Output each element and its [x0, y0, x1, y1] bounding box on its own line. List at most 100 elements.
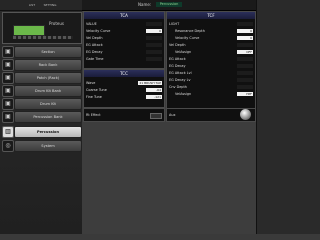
- tcf-row-label: Resonance Depth: [175, 29, 205, 33]
- section-icon: ▣: [2, 46, 14, 58]
- nav-button-system[interactable]: System: [14, 140, 82, 152]
- aux-panel: Aux: [166, 108, 256, 122]
- device-image: Proteus: [2, 12, 82, 44]
- tcf-row-label: Cnv Depth: [169, 85, 187, 89]
- tcc-row: Fine Tune -121: [86, 94, 162, 100]
- tca-row: VALUE: [86, 21, 162, 27]
- coarse-tune-field[interactable]: -64: [146, 88, 162, 92]
- tcc-row-label: Wave: [86, 81, 96, 85]
- tcf-row-value[interactable]: [237, 71, 253, 75]
- rack-bank-icon: ▣: [2, 59, 14, 71]
- list-toolbar-button[interactable]: LIST: [24, 1, 40, 9]
- fx-row: Rt Effect: [86, 112, 162, 119]
- tcf-row-label: LIGHT: [169, 22, 180, 26]
- device-brand: Proteus: [49, 21, 64, 26]
- tcf-panel: TCF LIGHT Resonance Depth 0 Velocity Curv…: [166, 11, 256, 109]
- tcf-row: EG Decay: [169, 63, 253, 69]
- patch-icon: ▣: [2, 72, 14, 84]
- tcf-row-value[interactable]: [237, 64, 253, 68]
- tcc-row-label: Fine Tune: [86, 95, 102, 99]
- tca-row-value[interactable]: [146, 22, 162, 26]
- nav-button-percussion[interactable]: Percussion: [14, 126, 82, 138]
- aux-knob[interactable]: [240, 109, 251, 120]
- nav-item-drum-kit[interactable]: ▣ Drum Kit: [0, 97, 82, 110]
- main-area: Name: Percussion TCA VALUE Velocity Curv…: [82, 0, 320, 234]
- nav-item-percussion-bank[interactable]: ▣ Percussion Bank: [0, 110, 82, 123]
- nav-item-rack-bank[interactable]: ▣ Rack Bank: [0, 58, 82, 71]
- tca-row-value[interactable]: 0: [146, 29, 162, 33]
- fx-label: Rt Effect: [86, 113, 101, 117]
- tcc-row: Coarse Tune -64: [86, 87, 162, 93]
- device-display: [13, 25, 45, 36]
- tcf-row-value[interactable]: [237, 85, 253, 89]
- percussion-icon: ▥: [2, 126, 14, 138]
- tcf-row-value[interactable]: [237, 57, 253, 61]
- nav-button-section[interactable]: Section: [14, 46, 82, 58]
- tcf-row-value[interactable]: HPF: [237, 92, 253, 96]
- drum-kit-icon: ▣: [2, 98, 14, 110]
- tcf-row-value[interactable]: [237, 43, 253, 47]
- tcf-row-label: EG Decay Lv: [169, 78, 191, 82]
- tca-row-value[interactable]: [146, 36, 162, 40]
- tca-row-label: Velocity Curve: [86, 29, 111, 33]
- tcf-row-value[interactable]: 0: [237, 29, 253, 33]
- wave-field[interactable]: 21 BRUSH TAP: [138, 81, 162, 85]
- globe-icon: ◎: [2, 140, 14, 152]
- nav-item-drum-kit-bank[interactable]: ▣ Drum Kit Bank: [0, 84, 82, 97]
- tca-row: Vel Depth: [86, 35, 162, 41]
- setting-toolbar-button[interactable]: SETTING: [42, 1, 58, 9]
- nav-item-section[interactable]: ▣ Section: [0, 45, 82, 58]
- tcf-row: VelAssign HPF: [169, 91, 253, 97]
- tca-row: EG Decay: [86, 49, 162, 55]
- tcf-row: Velocity Curve 0: [169, 35, 253, 41]
- tcf-row-value[interactable]: [237, 22, 253, 26]
- nav-button-rack-bank[interactable]: Rack Bank: [14, 59, 82, 71]
- tcf-row: EG Decay Lv: [169, 77, 253, 83]
- tcf-row: VelAssign OFF: [169, 49, 253, 55]
- tca-row-label: VALUE: [86, 22, 97, 26]
- tcf-row-label: EG Attack: [169, 57, 186, 61]
- percussion-bank-icon: ▣: [2, 111, 14, 123]
- tcf-panel-title: TCF: [167, 12, 255, 19]
- tcc-row-label: Coarse Tune: [86, 88, 107, 92]
- tca-row-value[interactable]: [146, 50, 162, 54]
- tca-row: EG Attack: [86, 42, 162, 48]
- tca-row-value[interactable]: [146, 43, 162, 47]
- tcf-row: Vel Depth: [169, 42, 253, 48]
- tca-row-value[interactable]: [146, 57, 162, 61]
- nav-item-percussion[interactable]: ▥ Percussion: [0, 125, 82, 138]
- tcf-row-label: EG Decay: [169, 64, 186, 68]
- tcf-row-value[interactable]: 0: [237, 36, 253, 40]
- tcf-row: EG Attack Lvl: [169, 70, 253, 76]
- sidebar: LIST SETTING Proteus ▣ Section ▣ Rack Ba…: [0, 0, 82, 234]
- drum-kit-bank-icon: ▣: [2, 85, 14, 97]
- fx-toggle[interactable]: [150, 113, 162, 119]
- fine-tune-field[interactable]: -121: [146, 95, 162, 99]
- tcf-row-value[interactable]: OFF: [237, 50, 253, 54]
- nav-item-system[interactable]: ◎ System: [0, 139, 82, 152]
- aux-label: Aux: [169, 113, 176, 117]
- name-field[interactable]: Percussion: [156, 2, 182, 7]
- tca-row: Velocity Curve 0: [86, 28, 162, 34]
- tca-row-label: EG Decay: [86, 50, 103, 54]
- tca-row-label: EG Attack: [86, 43, 103, 47]
- tca-panel: TCA VALUE Velocity Curve 0 Vel Depth EG A…: [83, 11, 165, 69]
- tcc-panel: TCC Wave 21 BRUSH TAP Coarse Tune -64 Fine…: [83, 69, 165, 108]
- tcf-row-value[interactable]: [237, 78, 253, 82]
- nav-button-drum-kit[interactable]: Drum Kit: [14, 98, 82, 110]
- tca-row: Gate Time: [86, 56, 162, 62]
- tcf-row-label: VelAssign: [175, 92, 192, 96]
- nav-button-patch-rack[interactable]: Patch (Rack): [14, 72, 82, 84]
- tca-panel-title: TCA: [84, 12, 164, 19]
- toolbar-item-0[interactable]: [6, 1, 22, 9]
- toolbar: LIST SETTING: [0, 0, 82, 11]
- tca-row-label: Vel Depth: [86, 36, 103, 40]
- device-controls: [13, 36, 73, 39]
- nav-button-percussion-bank[interactable]: Percussion Bank: [14, 111, 82, 123]
- right-column: [256, 0, 320, 234]
- tcf-row-label: EG Attack Lvl: [169, 71, 192, 75]
- nav-item-patch-rack[interactable]: ▣ Patch (Rack): [0, 71, 82, 84]
- tcc-panel-title: TCC: [84, 70, 164, 77]
- nav-button-drum-kit-bank[interactable]: Drum Kit Bank: [14, 85, 82, 97]
- tcf-row: EG Attack: [169, 56, 253, 62]
